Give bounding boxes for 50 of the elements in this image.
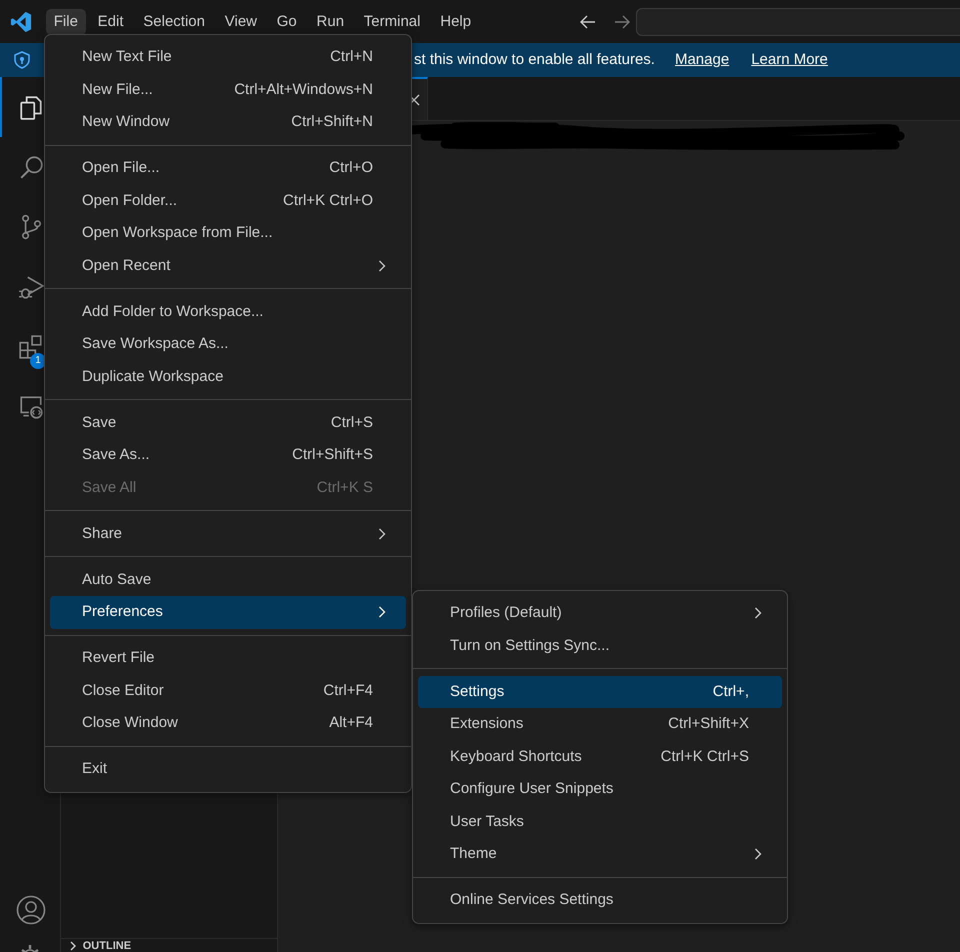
menu-item[interactable]: User Tasks <box>418 806 782 838</box>
menu-item[interactable]: Close Editor Ctrl+F4 <box>50 674 406 707</box>
run-debug-icon[interactable] <box>18 274 44 300</box>
menu-item[interactable]: Theme <box>418 838 782 870</box>
menu-item[interactable]: New Window Ctrl+Shift+N <box>50 106 406 138</box>
menu-item[interactable]: Open Workspace from File... <box>50 217 406 250</box>
search-field[interactable] <box>636 8 960 36</box>
account-icon[interactable] <box>16 895 46 925</box>
menu-item[interactable]: Save Workspace As... <box>50 328 406 360</box>
menu-item[interactable]: Go <box>268 8 305 34</box>
menu-item[interactable]: Keyboard Shortcuts Ctrl+K Ctrl+S <box>418 740 782 773</box>
menu-item[interactable]: Open File... Ctrl+O <box>50 152 406 184</box>
menu-item[interactable]: Open Recent <box>50 250 406 282</box>
menu-item[interactable]: Duplicate Workspace <box>50 360 406 393</box>
menu-item[interactable]: Preferences <box>50 596 406 628</box>
remote-monitor-icon[interactable] <box>18 394 44 420</box>
menu-item[interactable]: Save As... Ctrl+Shift+S <box>50 439 406 472</box>
menu-item[interactable]: Configure User Snippets <box>418 773 782 806</box>
menu-item[interactable]: Settings Ctrl+, <box>418 676 782 708</box>
menu-item[interactable]: Exit <box>50 753 406 786</box>
explorer-icon[interactable] <box>18 94 44 120</box>
menu-item[interactable]: Online Services Settings <box>418 884 782 916</box>
menu-item[interactable]: Edit <box>90 8 132 34</box>
menu-item[interactable]: Close Window Alt+F4 <box>50 707 406 740</box>
search-icon[interactable] <box>18 154 44 180</box>
menu-item[interactable]: Add Folder to Workspace... <box>50 296 406 328</box>
menu-item[interactable]: Selection <box>135 8 213 34</box>
banner-link[interactable]: Manage <box>674 48 730 72</box>
section-title[interactable]: OUTLINE <box>82 938 132 952</box>
menu-item[interactable]: Profiles (Default) <box>418 597 782 630</box>
menu-item[interactable]: Terminal <box>356 8 428 34</box>
app-logo-icon <box>10 10 32 32</box>
banner-link[interactable]: Learn More <box>751 48 828 72</box>
menu-item[interactable]: View <box>216 8 265 34</box>
banner-message: st this window to enable all features. <box>414 50 655 70</box>
menu-item[interactable]: Share <box>50 518 406 550</box>
menu-item[interactable]: Run <box>308 8 352 34</box>
menu-item[interactable]: File <box>46 8 86 34</box>
menu-item[interactable]: Help <box>432 8 480 34</box>
forward-arrow-icon[interactable] <box>612 12 631 30</box>
back-arrow-icon[interactable] <box>578 12 597 30</box>
menu-item[interactable]: Save Ctrl+S <box>50 406 406 439</box>
menu-item[interactable]: New File... Ctrl+Alt+Windows+N <box>50 74 406 106</box>
menu-item[interactable]: New Text File Ctrl+N <box>50 41 406 74</box>
menu-item[interactable]: Revert File <box>50 642 406 674</box>
menu-item[interactable]: Extensions Ctrl+Shift+X <box>418 708 782 740</box>
menu-item[interactable]: Auto Save <box>50 564 406 596</box>
menu-item[interactable]: Open Folder... Ctrl+K Ctrl+O <box>50 184 406 217</box>
menu-item[interactable]: Turn on Settings Sync... <box>418 630 782 662</box>
shield-icon <box>13 51 31 69</box>
